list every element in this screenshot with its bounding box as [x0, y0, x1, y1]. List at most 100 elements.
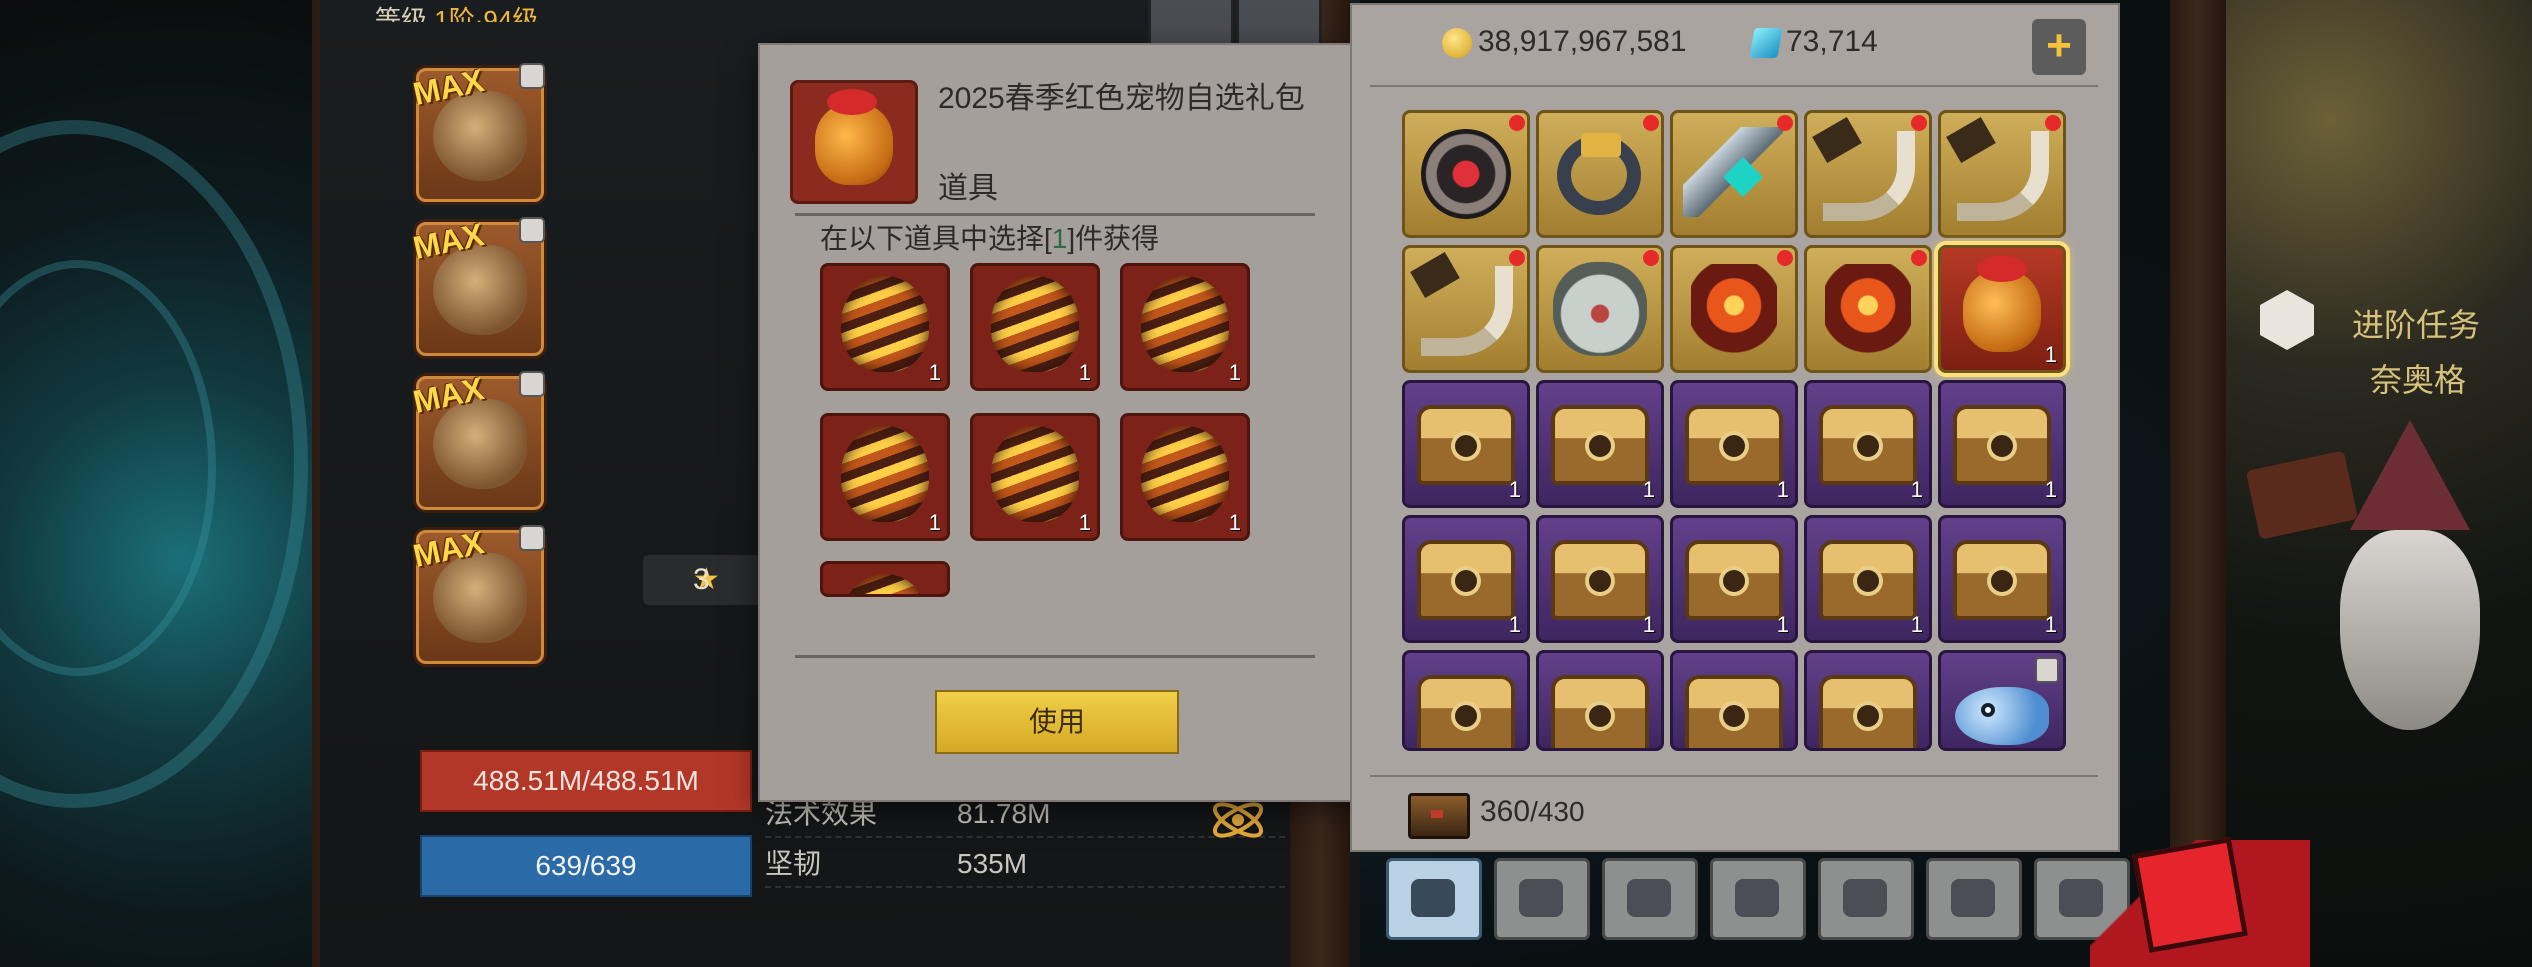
- capacity-max: /430: [1530, 796, 1585, 827]
- item-count: 1: [1508, 612, 1521, 637]
- fire-rock-icon: [841, 276, 929, 372]
- bow-icon: [827, 89, 877, 115]
- tab-rune[interactable]: [1926, 858, 2022, 940]
- option-slot[interactable]: 1: [820, 263, 950, 391]
- ring-icon: [1557, 133, 1641, 215]
- inventory-cell[interactable]: 1: [1804, 515, 1932, 643]
- option-slot-partial[interactable]: [820, 561, 950, 597]
- game-screen: 等级 1阶·94级 MAX MAX MAX MAX ★ 3 488.51M/488…: [0, 0, 2532, 967]
- new-dot: [2045, 115, 2061, 131]
- inventory-cell[interactable]: 1: [1938, 380, 2066, 508]
- equip-slot-4[interactable]: MAX: [410, 524, 545, 664]
- new-dot: [1911, 115, 1927, 131]
- inventory-cell[interactable]: [1804, 650, 1932, 751]
- gift-bag-icon: [1963, 256, 2041, 352]
- bag-capacity: 360/430: [1480, 795, 1585, 829]
- chest-icon: [1819, 405, 1917, 485]
- item-type: 道具: [938, 172, 998, 205]
- option-slot[interactable]: 1: [820, 413, 950, 541]
- chest-icon: [1417, 540, 1515, 620]
- level-prefix: 等级: [375, 5, 428, 22]
- star-rating: ★ 3: [643, 555, 763, 605]
- inventory-cell[interactable]: [1804, 110, 1932, 238]
- item-count: 1: [1078, 360, 1091, 385]
- stat-label: 坚韧: [765, 848, 822, 879]
- equip-slot-3[interactable]: MAX: [410, 370, 545, 510]
- inventory-cell[interactable]: 1: [1670, 380, 1798, 508]
- divider: [795, 655, 1315, 658]
- npc-name: 奈奥格: [2370, 362, 2467, 398]
- red-eye-gear-icon: [1421, 129, 1511, 219]
- divider: [1370, 775, 2098, 777]
- lock-button[interactable]: [1148, 0, 1234, 51]
- prompt-count: 1: [1051, 223, 1068, 254]
- use-button[interactable]: 使用: [935, 690, 1179, 754]
- tab-fist[interactable]: [1494, 858, 1590, 940]
- add-currency-button[interactable]: +: [2032, 19, 2086, 75]
- fire-rock-icon: [841, 426, 929, 522]
- inventory-cell[interactable]: 1: [1536, 380, 1664, 508]
- inventory-cell[interactable]: [1670, 245, 1798, 373]
- inventory-cell[interactable]: [1536, 110, 1664, 238]
- option-slot[interactable]: 1: [1120, 263, 1250, 391]
- inventory-cell[interactable]: 1: [1402, 515, 1530, 643]
- toolbox-icon: [1411, 879, 1455, 917]
- star-value: 3: [693, 563, 710, 596]
- new-dot: [1509, 115, 1525, 131]
- tab-potion[interactable]: [1602, 858, 1698, 940]
- advance-quest-title[interactable]: 进阶任务: [2352, 300, 2480, 346]
- menu-emblem-button[interactable]: [2132, 837, 2248, 953]
- swap-button[interactable]: [1236, 0, 1322, 51]
- inventory-cell[interactable]: 1: [1670, 515, 1798, 643]
- inventory-cell[interactable]: [1536, 650, 1664, 751]
- new-dot: [1777, 115, 1793, 131]
- chest-icon: [1685, 675, 1783, 748]
- inventory-cell[interactable]: [1938, 650, 2066, 751]
- equip-slot-2[interactable]: MAX: [410, 216, 545, 356]
- inventory-cell[interactable]: [1938, 110, 2066, 238]
- inventory-cell[interactable]: [1402, 245, 1530, 373]
- option-slot[interactable]: 1: [1120, 413, 1250, 541]
- wood-frame-right: [2170, 0, 2226, 967]
- blue-fish-icon: [1955, 687, 2049, 745]
- item-count: 1: [928, 360, 941, 385]
- inventory-cell-selected[interactable]: 1: [1938, 245, 2066, 373]
- fire-rock-icon: [991, 426, 1079, 522]
- chest-icon: [1417, 675, 1515, 748]
- inventory-cell[interactable]: 1: [1402, 380, 1530, 508]
- inventory-cell[interactable]: 1: [1938, 515, 2066, 643]
- wizard-npc[interactable]: [2245, 420, 2500, 740]
- option-slot[interactable]: 1: [970, 413, 1100, 541]
- tab-leaf[interactable]: [1710, 858, 1806, 940]
- inventory-cell[interactable]: [1670, 110, 1798, 238]
- inventory-cell[interactable]: 1: [1536, 515, 1664, 643]
- divider: [795, 213, 1315, 216]
- wizard-beard: [2340, 530, 2480, 730]
- blade-icon: [1683, 127, 1783, 217]
- gold-amount: 38,917,967,581: [1478, 25, 1687, 58]
- fist-icon: [1519, 879, 1563, 917]
- inventory-cell[interactable]: [1804, 245, 1932, 373]
- gold-currency: 38,917,967,581: [1442, 25, 1687, 59]
- item-count: 1: [1910, 612, 1923, 637]
- inventory-cell[interactable]: [1402, 110, 1530, 238]
- gem-icon: [1749, 28, 1783, 59]
- inventory-panel: 38,917,967,581 73,714 + 1 1 1 1 1 1 1 1 …: [1352, 5, 2118, 850]
- inventory-cell[interactable]: [1536, 245, 1664, 373]
- left-background: [0, 0, 320, 967]
- tab-bag[interactable]: [1386, 858, 1482, 940]
- equip-slot-1[interactable]: MAX: [410, 62, 545, 202]
- tab-stone[interactable]: [1818, 858, 1914, 940]
- fire-rock-icon: [1141, 426, 1229, 522]
- wizard-hat: [2350, 420, 2470, 530]
- option-slot[interactable]: 1: [970, 263, 1100, 391]
- gift-pack-popup: 2025春季红色宠物自选礼包 道具 在以下道具中选择[1]件获得 1 1 1 1…: [760, 45, 1365, 800]
- chest-icon: [1819, 540, 1917, 620]
- chest-icon: [1953, 405, 2051, 485]
- gift-pack-item: [790, 80, 918, 204]
- inventory-cell[interactable]: [1670, 650, 1798, 751]
- new-dot: [1643, 250, 1659, 266]
- inventory-cell[interactable]: [1402, 650, 1530, 751]
- inventory-cell[interactable]: 1: [1804, 380, 1932, 508]
- chest-icon: [1551, 540, 1649, 620]
